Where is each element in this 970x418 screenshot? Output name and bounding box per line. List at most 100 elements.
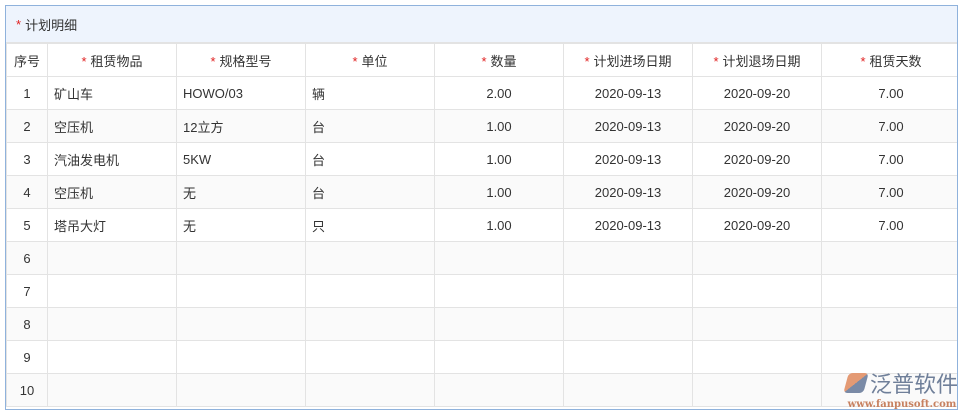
table-cell: 4 bbox=[6, 175, 48, 209]
table-cell[interactable] bbox=[434, 241, 564, 275]
table-cell[interactable] bbox=[821, 307, 957, 341]
table-cell[interactable] bbox=[563, 340, 693, 374]
table-cell[interactable] bbox=[47, 340, 177, 374]
table-cell[interactable] bbox=[47, 373, 177, 407]
logo-url: www.fanpusoft.com bbox=[847, 399, 957, 410]
table-cell[interactable] bbox=[434, 373, 564, 407]
table-cell[interactable]: 台 bbox=[305, 109, 435, 143]
column-header-label: 序号 bbox=[13, 53, 40, 69]
table-cell[interactable] bbox=[692, 274, 822, 308]
table-cell[interactable]: 2020-09-13 bbox=[563, 175, 693, 209]
table-cell: 3 bbox=[6, 142, 48, 176]
table-cell: 8 bbox=[6, 307, 48, 341]
table-cell[interactable] bbox=[305, 340, 435, 374]
table-cell[interactable] bbox=[47, 274, 177, 308]
table-cell: 7 bbox=[6, 274, 48, 308]
required-mark: * bbox=[481, 53, 487, 69]
plan-detail-table: 序号 * 租赁物品 * 规格型号 * 单位 * 数量 * 计划进场日期 * 计划退场日期 * 租赁天数 1矿… bbox=[6, 43, 957, 407]
table-cell[interactable] bbox=[434, 307, 564, 341]
column-header-label: 计划退场日期 bbox=[722, 53, 801, 69]
table-row: 4 空压机无台 1.00 2020-09-13 2020-09-20 7.00 bbox=[6, 175, 957, 209]
table-row: 7 bbox=[6, 274, 957, 308]
table-cell[interactable] bbox=[692, 241, 822, 275]
table-cell[interactable] bbox=[821, 241, 957, 275]
table-cell[interactable]: 2020-09-20 bbox=[692, 208, 822, 242]
column-header: * 规格型号 bbox=[176, 43, 306, 77]
table-cell[interactable]: 矿山车 bbox=[47, 76, 177, 110]
table-cell[interactable]: 2020-09-20 bbox=[692, 109, 822, 143]
table-cell[interactable]: 2.00 bbox=[434, 76, 564, 110]
table-cell: 1 bbox=[6, 76, 48, 110]
table-cell[interactable]: 无 bbox=[176, 175, 306, 209]
table-cell[interactable]: 7.00 bbox=[821, 109, 957, 143]
table-cell[interactable]: 汽油发电机 bbox=[47, 142, 177, 176]
table-cell[interactable] bbox=[692, 307, 822, 341]
table-cell[interactable] bbox=[176, 307, 306, 341]
table-cell[interactable]: 2020-09-13 bbox=[563, 76, 693, 110]
table-cell[interactable]: 无 bbox=[176, 208, 306, 242]
table-row: 10 bbox=[6, 373, 957, 407]
table-cell[interactable] bbox=[176, 340, 306, 374]
table-cell[interactable]: 7.00 bbox=[821, 208, 957, 242]
table-cell: 6 bbox=[6, 241, 48, 275]
column-header-label: 计划进场日期 bbox=[593, 53, 672, 69]
table-cell[interactable]: 2020-09-13 bbox=[563, 208, 693, 242]
table-cell[interactable]: 2020-09-20 bbox=[692, 142, 822, 176]
table-cell[interactable] bbox=[305, 307, 435, 341]
table-cell: 9 bbox=[6, 340, 48, 374]
table-cell[interactable]: 7.00 bbox=[821, 76, 957, 110]
column-header: * 计划退场日期 bbox=[692, 43, 822, 77]
table-cell[interactable] bbox=[305, 241, 435, 275]
table-cell[interactable]: 1.00 bbox=[434, 208, 564, 242]
required-mark: * bbox=[860, 53, 866, 69]
table-cell[interactable]: 空压机 bbox=[47, 109, 177, 143]
table-cell[interactable] bbox=[305, 274, 435, 308]
table-cell[interactable]: 塔吊大灯 bbox=[47, 208, 177, 242]
table-cell[interactable]: 7.00 bbox=[821, 175, 957, 209]
table-cell[interactable] bbox=[821, 274, 957, 308]
table-cell[interactable]: 辆 bbox=[305, 76, 435, 110]
table-cell[interactable] bbox=[305, 373, 435, 407]
table-cell[interactable] bbox=[434, 340, 564, 374]
table-cell[interactable]: 2020-09-20 bbox=[692, 76, 822, 110]
table-row: 8 bbox=[6, 307, 957, 341]
table-cell[interactable] bbox=[692, 340, 822, 374]
table-cell[interactable] bbox=[692, 373, 822, 407]
table-cell[interactable] bbox=[47, 241, 177, 275]
table-cell[interactable] bbox=[563, 307, 693, 341]
table-cell[interactable] bbox=[176, 274, 306, 308]
required-mark: * bbox=[210, 53, 216, 69]
table-cell[interactable] bbox=[47, 307, 177, 341]
table-cell[interactable]: HOWO/03 bbox=[176, 76, 306, 110]
table-cell[interactable]: 2020-09-13 bbox=[563, 142, 693, 176]
table-row: 6 bbox=[6, 241, 957, 275]
table-cell[interactable]: 12立方 bbox=[176, 109, 306, 143]
table-cell[interactable] bbox=[563, 241, 693, 275]
table-cell[interactable]: 只 bbox=[305, 208, 435, 242]
table-cell[interactable]: 1.00 bbox=[434, 142, 564, 176]
fanpusoft-logo: 泛普软件 www.fanpusoft.com bbox=[843, 367, 958, 410]
table-cell[interactable] bbox=[176, 373, 306, 407]
table-cell[interactable]: 2020-09-13 bbox=[563, 109, 693, 143]
table-cell[interactable] bbox=[563, 274, 693, 308]
table-cell[interactable] bbox=[563, 373, 693, 407]
table-cell[interactable]: 5KW bbox=[176, 142, 306, 176]
section-title: * 计划明细 bbox=[6, 6, 957, 43]
table-cell[interactable]: 台 bbox=[305, 175, 435, 209]
column-header-label: 租赁天数 bbox=[869, 53, 922, 69]
logo-name: 泛普软件 bbox=[869, 372, 958, 397]
table-cell[interactable]: 1.00 bbox=[434, 175, 564, 209]
table-cell[interactable] bbox=[434, 274, 564, 308]
table-cell: 5 bbox=[6, 208, 48, 242]
table-cell[interactable]: 台 bbox=[305, 142, 435, 176]
table-cell[interactable] bbox=[176, 241, 306, 275]
table-cell[interactable]: 2020-09-20 bbox=[692, 175, 822, 209]
table-cell[interactable]: 1.00 bbox=[434, 109, 564, 143]
required-mark: * bbox=[713, 53, 719, 69]
table-row: 5 塔吊大灯无只 1.00 2020-09-13 2020-09-20 7.00 bbox=[6, 208, 957, 242]
column-header: 序号 bbox=[6, 43, 48, 77]
column-header: * 租赁天数 bbox=[821, 43, 957, 77]
table-cell[interactable]: 7.00 bbox=[821, 142, 957, 176]
column-header: * 单位 bbox=[305, 43, 435, 77]
table-cell[interactable]: 空压机 bbox=[47, 175, 177, 209]
